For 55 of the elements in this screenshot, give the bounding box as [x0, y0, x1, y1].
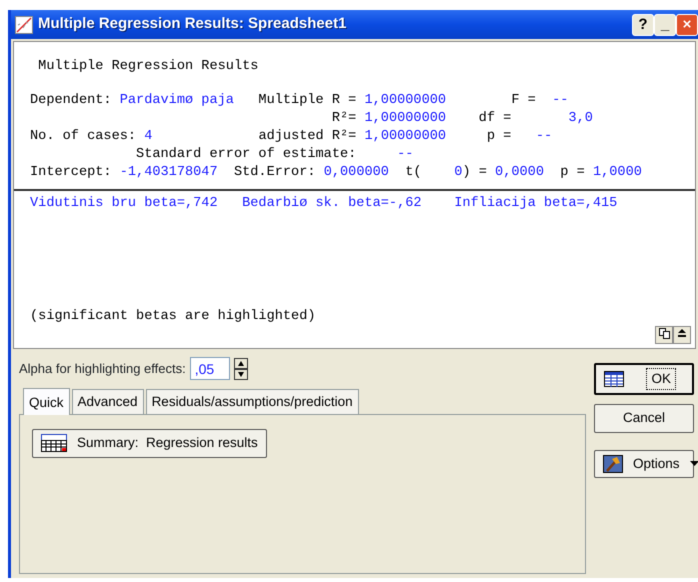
result-value: 1,0000 — [592, 164, 642, 182]
alpha-label: Alpha for highlighting effects: — [19, 360, 186, 378]
ok-button[interactable]: OK — [594, 363, 694, 396]
result-label: t( — [405, 164, 422, 182]
result-label: No. of cases: — [30, 128, 136, 146]
up-arrow-icon — [678, 329, 686, 338]
beta-text: Vidutinis bru beta=,742 — [30, 195, 218, 213]
result-value: 0,0000 — [495, 164, 544, 182]
result-label: Multiple R = — [258, 92, 356, 110]
result-label: ) = — [462, 164, 487, 182]
tab[interactable]: Residuals/assumptions/prediction — [146, 389, 359, 414]
result-label: Standard error of estimate: — [136, 146, 356, 164]
result-label: F = — [511, 92, 536, 110]
collapse-button[interactable] — [673, 326, 691, 344]
result-label: adjusted R²= — [258, 128, 356, 146]
caret-icon — [690, 461, 698, 466]
result-label: Intercept: — [30, 164, 112, 182]
window-title: Multiple Regression Results: Spreadsheet1 — [38, 14, 346, 34]
result-value: -- — [397, 146, 414, 164]
result-value: 0,000000 — [324, 164, 389, 182]
result-value: 1,00000000 — [364, 128, 446, 146]
result-label: R²= — [332, 110, 356, 128]
copy-button[interactable] — [655, 326, 673, 344]
tab[interactable]: Advanced — [72, 389, 144, 414]
table-icon — [41, 434, 67, 452]
result-value: -1,403178047 — [120, 164, 218, 182]
result-value: -- — [536, 128, 552, 146]
result-label: Std.Error: — [234, 164, 316, 182]
result-label: Dependent: — [30, 92, 112, 110]
alpha-spinner[interactable] — [234, 358, 248, 380]
result-value: 3,0 — [568, 110, 593, 128]
close-button[interactable]: × — [676, 14, 698, 36]
result-value: -- — [552, 92, 568, 110]
help-button[interactable]: ? — [632, 14, 654, 36]
cancel-button[interactable]: Cancel — [594, 404, 694, 432]
result-value: 4 — [144, 128, 152, 146]
beta-text: Bedarbiø sk. beta=-,62 — [242, 195, 422, 213]
result-value: 1,00000000 — [364, 110, 446, 128]
result-value: 0 — [454, 164, 462, 182]
beta-text: Infliacija beta=,415 — [454, 195, 618, 213]
result-value: Pardavimø paja — [120, 92, 234, 110]
chart-app-icon — [15, 16, 33, 34]
result-label: p = — [560, 164, 585, 182]
hammer-icon — [603, 454, 623, 473]
alpha-field[interactable]: ,05 — [190, 357, 230, 380]
tab[interactable]: Quick — [23, 388, 70, 416]
result-value: 1,00000000 — [364, 92, 446, 110]
summary-button[interactable]: Summary: Regression results — [32, 429, 267, 458]
minimize-button[interactable]: _ — [654, 14, 676, 36]
result-label: Multiple Regression Results — [38, 58, 258, 76]
note-text: (significant betas are highlighted) — [30, 308, 316, 326]
spreadsheet-icon — [604, 371, 624, 388]
result-label: p = — [486, 128, 512, 146]
copy-icon — [658, 328, 670, 339]
result-label: df = — [478, 110, 512, 128]
